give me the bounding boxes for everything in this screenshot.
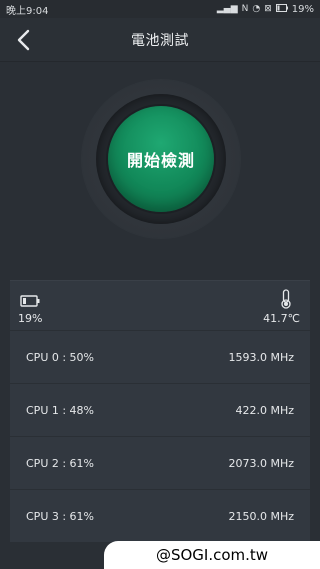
thermometer-icon [280,289,292,313]
hero-section: 開始檢測 [0,62,320,280]
info-panel: 19% 41.7℃ CPU 0 : 50% 1593.0 MHz CPU 1 :… [10,280,310,542]
app-bar: 電池測試 [0,18,320,62]
status-time: 晚上9:04 [6,5,49,17]
sensor-row: 19% 41.7℃ [10,281,310,331]
button-outer-ring: 開始檢測 [82,80,240,238]
battery-status-icon [275,3,288,15]
cpu-label: CPU 1 : 48% [26,403,95,417]
back-button[interactable] [10,27,36,53]
status-bar: 晚上9:04 ▂▄▆ N ◔ ⊠ 19% [0,0,320,18]
cpu-label: CPU 0 : 50% [26,350,95,364]
nfc-icon: N [241,4,249,14]
watermark: @SOGI.com.tw [104,541,320,569]
page-title: 電池測試 [131,32,189,49]
battery-level: 19% [18,312,43,325]
button-inner-ring: 開始檢測 [96,94,226,224]
cpu-row: CPU 0 : 50% 1593.0 MHz [10,331,310,384]
signal-icon: ▂▄▆ [216,4,238,14]
cpu-frequency: 2150.0 MHz [228,510,294,523]
cpu-row: CPU 3 : 61% 2150.0 MHz [10,490,310,543]
mute-icon: ⊠ [264,4,272,14]
start-test-label: 開始檢測 [126,151,195,170]
cpu-row: CPU 2 : 61% 2073.0 MHz [10,437,310,490]
status-battery-text: 19% [291,3,314,15]
cpu-label: CPU 3 : 61% [26,510,95,523]
cpu-label: CPU 2 : 61% [26,456,95,470]
cpu-row: CPU 1 : 48% 422.0 MHz [10,384,310,437]
chevron-left-icon [17,29,30,51]
cpu-frequency: 422.0 MHz [235,403,294,417]
temperature-value: 41.7℃ [263,312,300,325]
cpu-frequency: 1593.0 MHz [228,350,294,364]
wifi-icon: ◔ [252,4,261,14]
start-test-button[interactable]: 開始檢測 [108,106,214,212]
battery-icon [20,292,40,311]
cpu-frequency: 2073.0 MHz [228,456,294,470]
status-icons: ▂▄▆ N ◔ ⊠ 19% [216,3,314,15]
